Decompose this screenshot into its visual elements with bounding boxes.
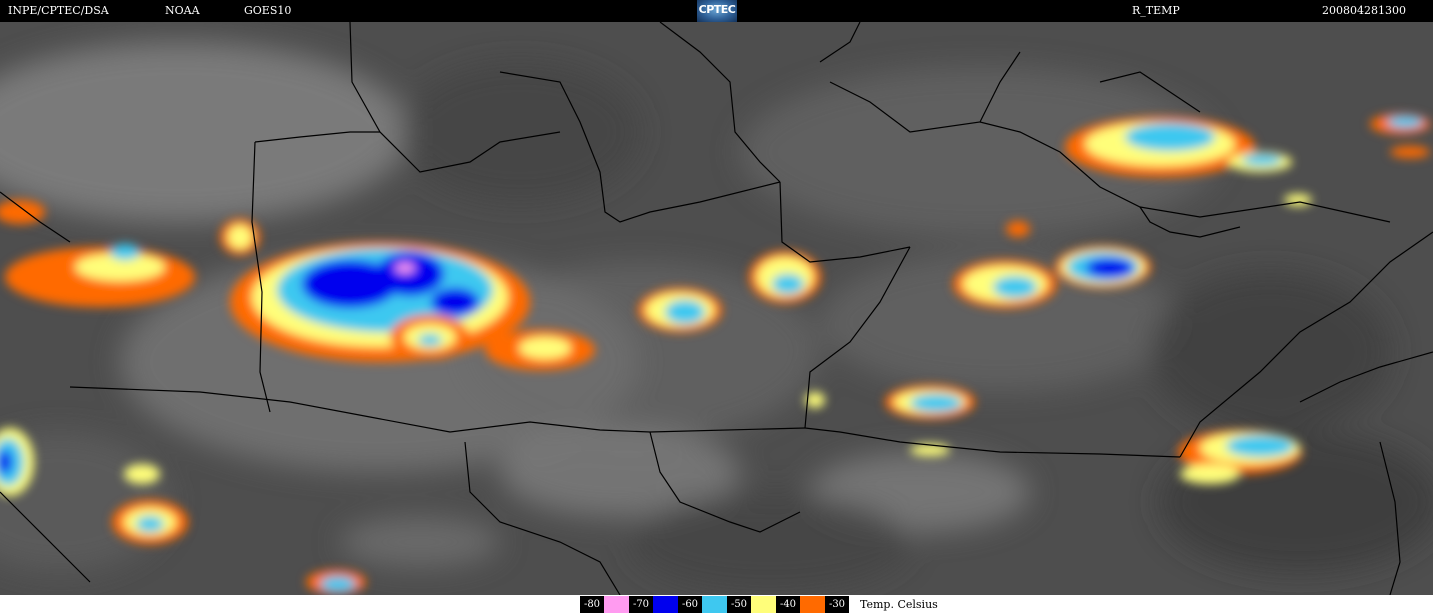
legend-swatch-3: [751, 596, 776, 613]
temperature-legend: -80 -70 -60 -50 -40 -30 Temp. Celsius: [0, 595, 1433, 614]
legend-swatch-4: [800, 596, 825, 613]
timestamp-label: 200804281300: [1322, 4, 1406, 17]
legend-label-4: -40: [776, 596, 800, 613]
header-bar: INPE/CPTEC/DSA NOAA GOES10 CPTEC R_TEMP …: [0, 0, 1433, 22]
legend-swatch-1: [653, 596, 678, 613]
logo-text: CPTEC: [698, 3, 736, 16]
legend-label-3: -50: [727, 596, 751, 613]
satellite-map: [0, 22, 1433, 595]
legend-label-2: -60: [678, 596, 702, 613]
satellite-label: GOES10: [244, 4, 292, 17]
satellite-image: [0, 22, 1433, 595]
legend-swatch-2: [702, 596, 727, 613]
cptec-logo: CPTEC: [697, 0, 737, 22]
legend-label-5: -30: [825, 596, 849, 613]
agency-label: NOAA: [165, 4, 200, 17]
source-label: INPE/CPTEC/DSA: [8, 4, 109, 17]
legend-swatch-0: [604, 596, 629, 613]
legend-label-0: -80: [580, 596, 604, 613]
legend-unit-label: Temp. Celsius: [860, 598, 938, 611]
legend-label-1: -70: [629, 596, 653, 613]
product-label: R_TEMP: [1132, 4, 1180, 17]
